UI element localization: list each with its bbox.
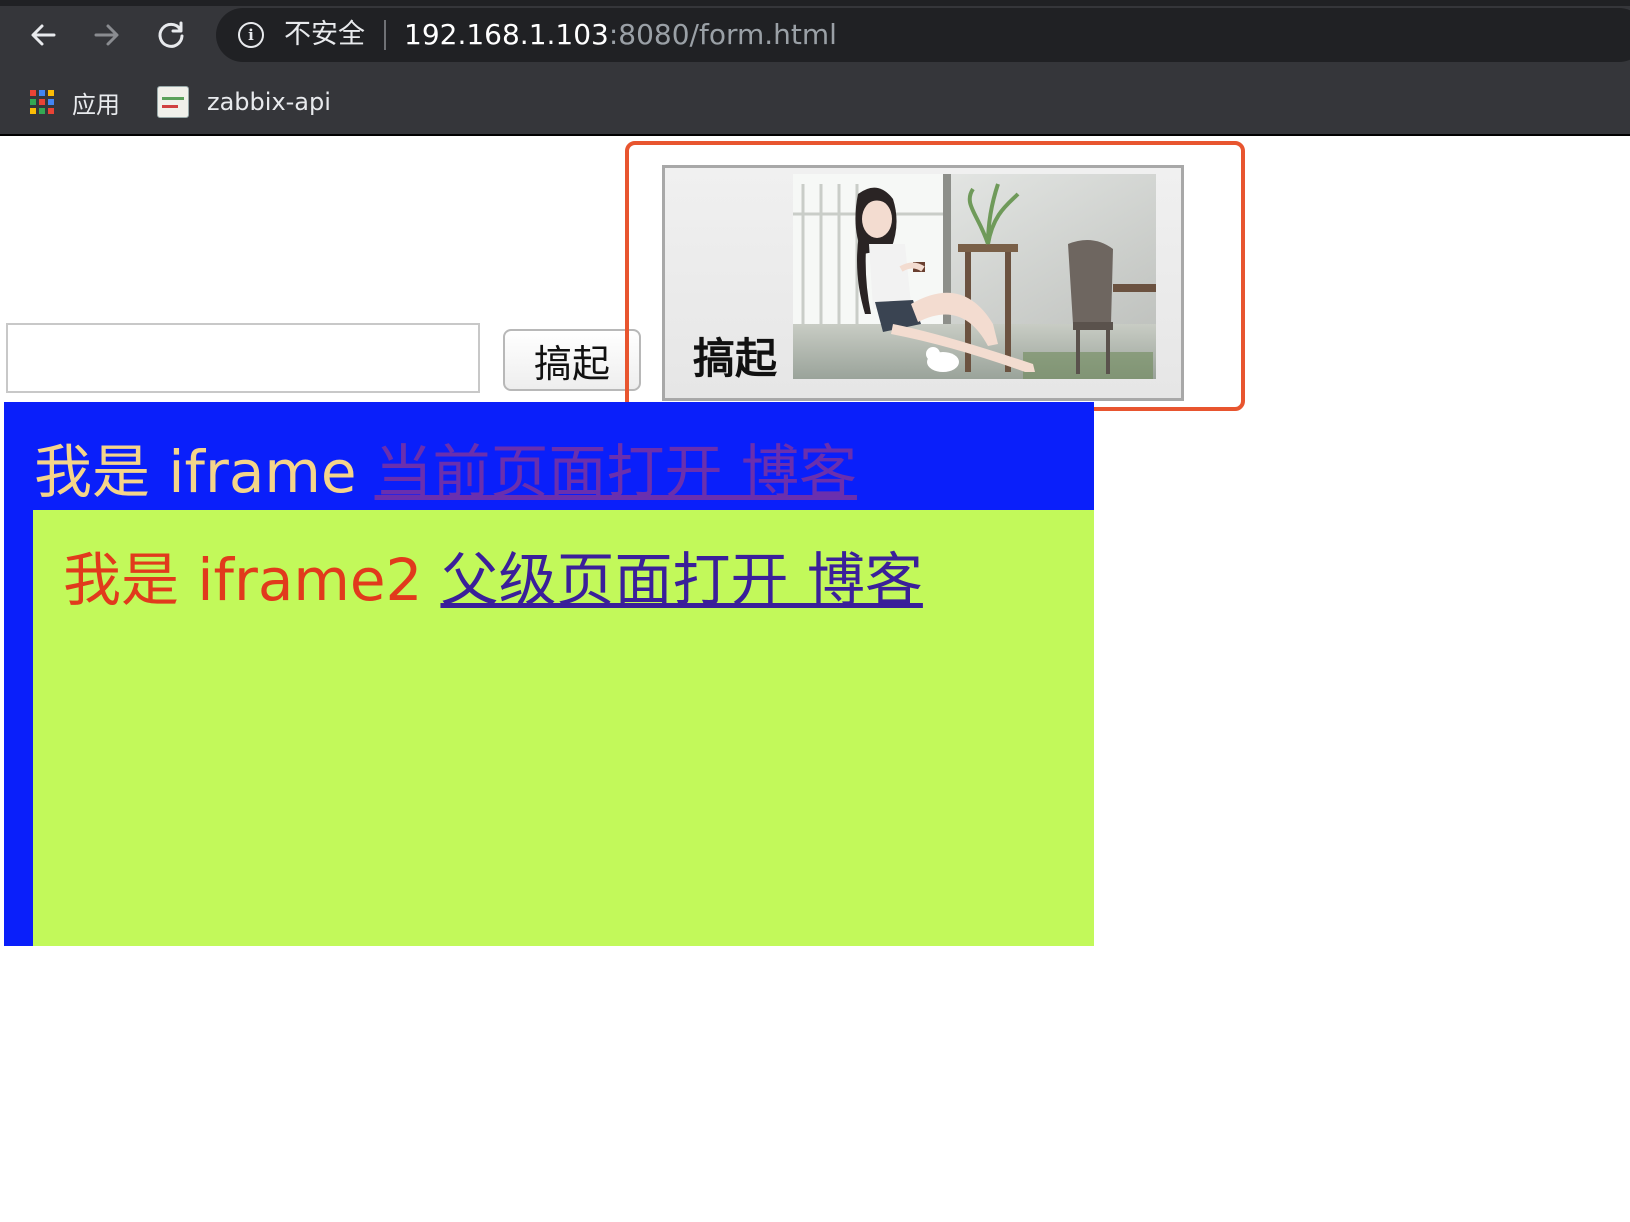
iframe-inner: 我是 iframe2 父级页面打开 博客 xyxy=(33,510,1094,946)
address-separator xyxy=(384,20,386,50)
anime-illustration-image xyxy=(793,174,1156,379)
image-submit-button[interactable]: 搞起 xyxy=(662,165,1184,401)
bookmark-zabbix-label: zabbix-api xyxy=(207,88,331,116)
text-input[interactable] xyxy=(6,323,480,393)
iframe1-heading: 我是 iframe 当前页面打开 博客 xyxy=(34,440,857,504)
bookmark-apps[interactable]: 应用 xyxy=(30,84,120,120)
image-button-label: 搞起 xyxy=(693,334,778,383)
submit-button[interactable]: 搞起 xyxy=(503,329,641,391)
bookmark-zabbix-api[interactable]: zabbix-api xyxy=(157,84,331,120)
browser-chrome: i 不安全 192.168.1.103:8080/form.html 应用 za… xyxy=(0,0,1630,136)
iframe-outer: 我是 iframe 当前页面打开 博客 我是 iframe2 父级页面打开 博客 xyxy=(4,402,1094,946)
bookmark-apps-label: 应用 xyxy=(72,90,120,119)
zabbix-favicon-icon xyxy=(157,86,189,118)
back-arrow-icon[interactable] xyxy=(20,12,66,58)
bookmarks-bar: 应用 zabbix-api xyxy=(0,76,1630,136)
tab-strip-edge xyxy=(0,0,1630,6)
chrome-divider xyxy=(0,134,1630,136)
iframe2-label: 我是 iframe2 xyxy=(63,546,423,614)
iframe2-heading: 我是 iframe2 父级页面打开 博客 xyxy=(63,548,923,612)
url-path: :8080/form.html xyxy=(608,18,837,51)
url-host: 192.168.1.103 xyxy=(404,18,609,51)
iframe1-label: 我是 iframe xyxy=(34,438,357,506)
security-label[interactable]: 不安全 xyxy=(284,20,365,50)
apps-grid-icon xyxy=(30,90,54,114)
url-text[interactable]: 192.168.1.103:8080/form.html xyxy=(404,18,837,52)
info-icon[interactable]: i xyxy=(238,22,264,48)
forward-arrow-icon[interactable] xyxy=(84,12,130,58)
iframe1-blog-link[interactable]: 当前页面打开 博客 xyxy=(375,438,857,506)
address-bar[interactable]: i 不安全 192.168.1.103:8080/form.html xyxy=(216,8,1630,62)
iframe2-blog-link[interactable]: 父级页面打开 博客 xyxy=(440,546,922,614)
reload-icon[interactable] xyxy=(148,12,194,58)
